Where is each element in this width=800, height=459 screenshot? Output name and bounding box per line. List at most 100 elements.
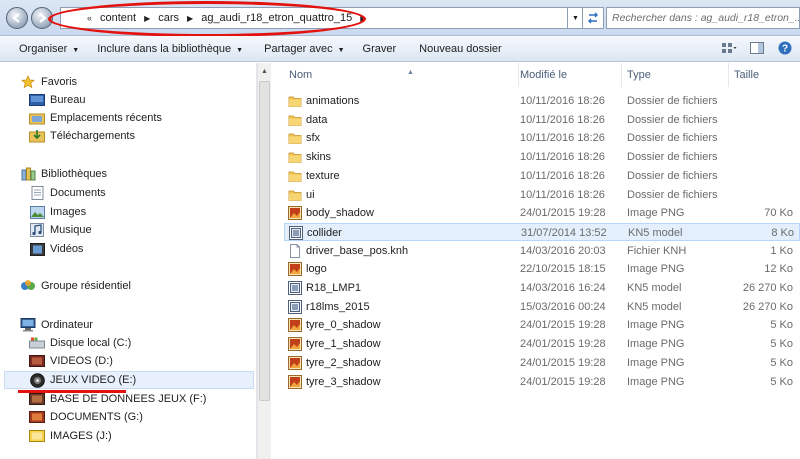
nav-drive-c[interactable]: Disque local (C:) bbox=[29, 334, 131, 352]
file-name: tyre_2_shadow bbox=[306, 356, 381, 369]
nav-libraries[interactable]: Bibliothèques bbox=[20, 165, 107, 183]
chevron-down-icon: ▼ bbox=[337, 46, 345, 54]
file-type: Dossier de fichiers bbox=[627, 132, 718, 145]
breadcrumb-arrow-icon[interactable]: ▶ bbox=[181, 14, 199, 23]
nav-item-music[interactable]: Musique bbox=[29, 221, 92, 239]
forward-button[interactable] bbox=[31, 7, 53, 29]
nav-item-recent-places[interactable]: Emplacements récents bbox=[29, 109, 162, 127]
column-header-modified[interactable]: Modifié le bbox=[515, 63, 622, 87]
nav-item-label: Téléchargements bbox=[50, 130, 135, 142]
file-row[interactable]: body_shadow 24/01/2015 19:28 Image PNG 70 K… bbox=[284, 204, 800, 222]
nav-drive-j[interactable]: IMAGES (J:) bbox=[29, 427, 112, 445]
kn5-model-icon bbox=[289, 225, 303, 240]
file-size bbox=[729, 129, 793, 147]
view-options-button[interactable] bbox=[720, 40, 738, 56]
file-row[interactable]: tyre_3_shadow 24/01/2015 19:28 Image PNG 5 … bbox=[284, 373, 800, 391]
organize-menu[interactable]: Organiser ▼ bbox=[0, 36, 86, 62]
nav-item-bureau[interactable]: Bureau bbox=[29, 91, 85, 109]
file-row[interactable]: data 10/11/2016 18:26 Dossier de fichiers bbox=[284, 111, 800, 129]
scrollbar-thumb[interactable] bbox=[259, 81, 270, 401]
file-size bbox=[729, 167, 793, 185]
documents-drive-icon bbox=[29, 410, 45, 424]
nav-drive-label: VIDEOS (D:) bbox=[50, 355, 113, 367]
file-row[interactable]: collider 31/07/2014 13:52 KN5 model 8 Ko bbox=[284, 222, 800, 241]
file-name: animations bbox=[306, 95, 360, 107]
png-image-icon bbox=[288, 206, 302, 221]
breadcrumb-arrow-icon[interactable]: ▶ bbox=[138, 14, 156, 23]
nav-item-images[interactable]: Images bbox=[29, 203, 86, 221]
back-button[interactable] bbox=[6, 7, 28, 29]
nav-computer-label: Ordinateur bbox=[41, 319, 93, 331]
refresh-button[interactable] bbox=[582, 7, 604, 29]
file-size: 5 Ko bbox=[770, 375, 793, 388]
file-row[interactable]: tyre_0_shadow 24/01/2015 19:28 Image PNG 5 … bbox=[284, 316, 800, 334]
file-name: collider bbox=[307, 226, 342, 239]
breadcrumb-current-folder[interactable]: ag_audi_r18_etron_quattro_15 bbox=[199, 12, 354, 24]
scroll-up-icon[interactable]: ▲ bbox=[261, 68, 268, 75]
file-type: Image PNG bbox=[627, 319, 685, 332]
nav-item-label: Emplacements récents bbox=[50, 112, 162, 124]
column-header-name[interactable]: Nom ▲ bbox=[284, 63, 519, 87]
breadcrumb-overflow-icon[interactable]: « bbox=[81, 13, 98, 23]
address-box[interactable]: « content ▶ cars ▶ ag_audi_r18_etron_qua… bbox=[60, 7, 568, 29]
file-row[interactable]: ui 10/11/2016 18:26 Dossier de fichiers bbox=[284, 186, 800, 204]
include-library-menu[interactable]: Inclure dans la bibliothèque ▼ bbox=[86, 36, 250, 62]
file-row[interactable]: skins 10/11/2016 18:26 Dossier de fichiers bbox=[284, 148, 800, 166]
new-folder-button[interactable]: Nouveau dossier bbox=[403, 36, 509, 62]
nav-drive-e[interactable]: JEUX VIDEO (E:) bbox=[4, 371, 254, 389]
nav-item-label: Images bbox=[50, 206, 87, 218]
svg-text:?: ? bbox=[782, 44, 788, 55]
kn5-model-icon bbox=[288, 281, 302, 295]
file-size bbox=[729, 92, 793, 110]
nav-pane-scrollbar[interactable]: ▲ bbox=[257, 63, 271, 459]
windows-drive-icon bbox=[29, 336, 45, 350]
file-size: 5 Ko bbox=[770, 356, 793, 369]
nav-homegroup[interactable]: Groupe résidentiel bbox=[20, 277, 131, 295]
file-row[interactable]: animations 10/11/2016 18:26 Dossier de fic… bbox=[284, 92, 800, 110]
nav-drive-g[interactable]: DOCUMENTS (G:) bbox=[29, 408, 143, 426]
nav-favorites[interactable]: Favoris bbox=[20, 73, 77, 91]
file-row[interactable]: tyre_1_shadow 24/01/2015 19:28 Image PNG 5 … bbox=[284, 335, 800, 353]
game-drive-icon bbox=[29, 372, 45, 388]
nav-item-videos[interactable]: Vidéos bbox=[29, 240, 83, 258]
navigation-pane: Favoris Bureau Emplacements récents Télé… bbox=[0, 63, 257, 459]
help-button[interactable]: ? bbox=[776, 40, 794, 56]
nav-item-documents[interactable]: Documents bbox=[29, 184, 106, 202]
file-row[interactable]: logo 22/10/2015 18:15 Image PNG 12 Ko bbox=[284, 260, 800, 278]
file-name: texture bbox=[306, 169, 340, 182]
folder-icon bbox=[288, 94, 302, 108]
share-with-menu[interactable]: Partager avec ▼ bbox=[250, 36, 351, 62]
column-header-size[interactable]: Taille bbox=[729, 63, 800, 87]
search-input[interactable]: Rechercher dans : ag_audi_r18_etron_... bbox=[606, 7, 800, 29]
file-modified: 10/11/2016 18:26 bbox=[520, 113, 605, 126]
file-type: Fichier KNH bbox=[627, 244, 687, 257]
breadcrumb-arrow-icon[interactable]: ▶ bbox=[354, 14, 372, 23]
burn-button[interactable]: Graver bbox=[352, 36, 404, 62]
file-row[interactable]: tyre_2_shadow 24/01/2015 19:28 Image PNG 5 … bbox=[284, 354, 800, 372]
nav-drive-d[interactable]: VIDEOS (D:) bbox=[29, 352, 113, 370]
file-row[interactable]: R18_LMP1 14/03/2016 16:24 KN5 model 26 270 … bbox=[284, 279, 800, 297]
file-size: 1 Ko bbox=[770, 244, 793, 257]
file-row[interactable]: sfx 10/11/2016 18:26 Dossier de fichiers bbox=[284, 129, 800, 147]
preview-pane-button[interactable] bbox=[748, 40, 766, 56]
file-row[interactable]: driver_base_pos.knh 14/03/2016 20:03 Fichi… bbox=[284, 242, 800, 260]
folder-icon bbox=[288, 131, 302, 145]
breadcrumb-content[interactable]: content bbox=[98, 12, 138, 24]
images-drive-icon bbox=[29, 429, 45, 443]
file-modified: 15/03/2016 00:24 bbox=[520, 300, 606, 313]
file-name: body_shadow bbox=[306, 207, 374, 220]
file-type: Dossier de fichiers bbox=[627, 113, 718, 126]
file-modified: 10/11/2016 18:26 bbox=[520, 132, 605, 145]
desktop-icon bbox=[29, 93, 45, 107]
nav-item-downloads[interactable]: Téléchargements bbox=[29, 127, 135, 145]
nav-computer[interactable]: Ordinateur bbox=[20, 316, 93, 334]
file-type: Image PNG bbox=[627, 356, 685, 369]
file-row[interactable]: texture 10/11/2016 18:26 Dossier de fichie… bbox=[284, 167, 800, 185]
column-header-type[interactable]: Type bbox=[622, 63, 729, 87]
column-name-label: Nom bbox=[289, 69, 313, 81]
preview-pane-icon bbox=[750, 42, 764, 54]
nav-homegroup-label: Groupe résidentiel bbox=[41, 280, 131, 292]
breadcrumb-cars[interactable]: cars bbox=[156, 12, 181, 24]
file-row[interactable]: r18lms_2015 15/03/2016 00:24 KN5 model 26 2… bbox=[284, 298, 800, 316]
file-list: Nom ▲ Modifié le Type Taille animations 1… bbox=[272, 63, 800, 459]
